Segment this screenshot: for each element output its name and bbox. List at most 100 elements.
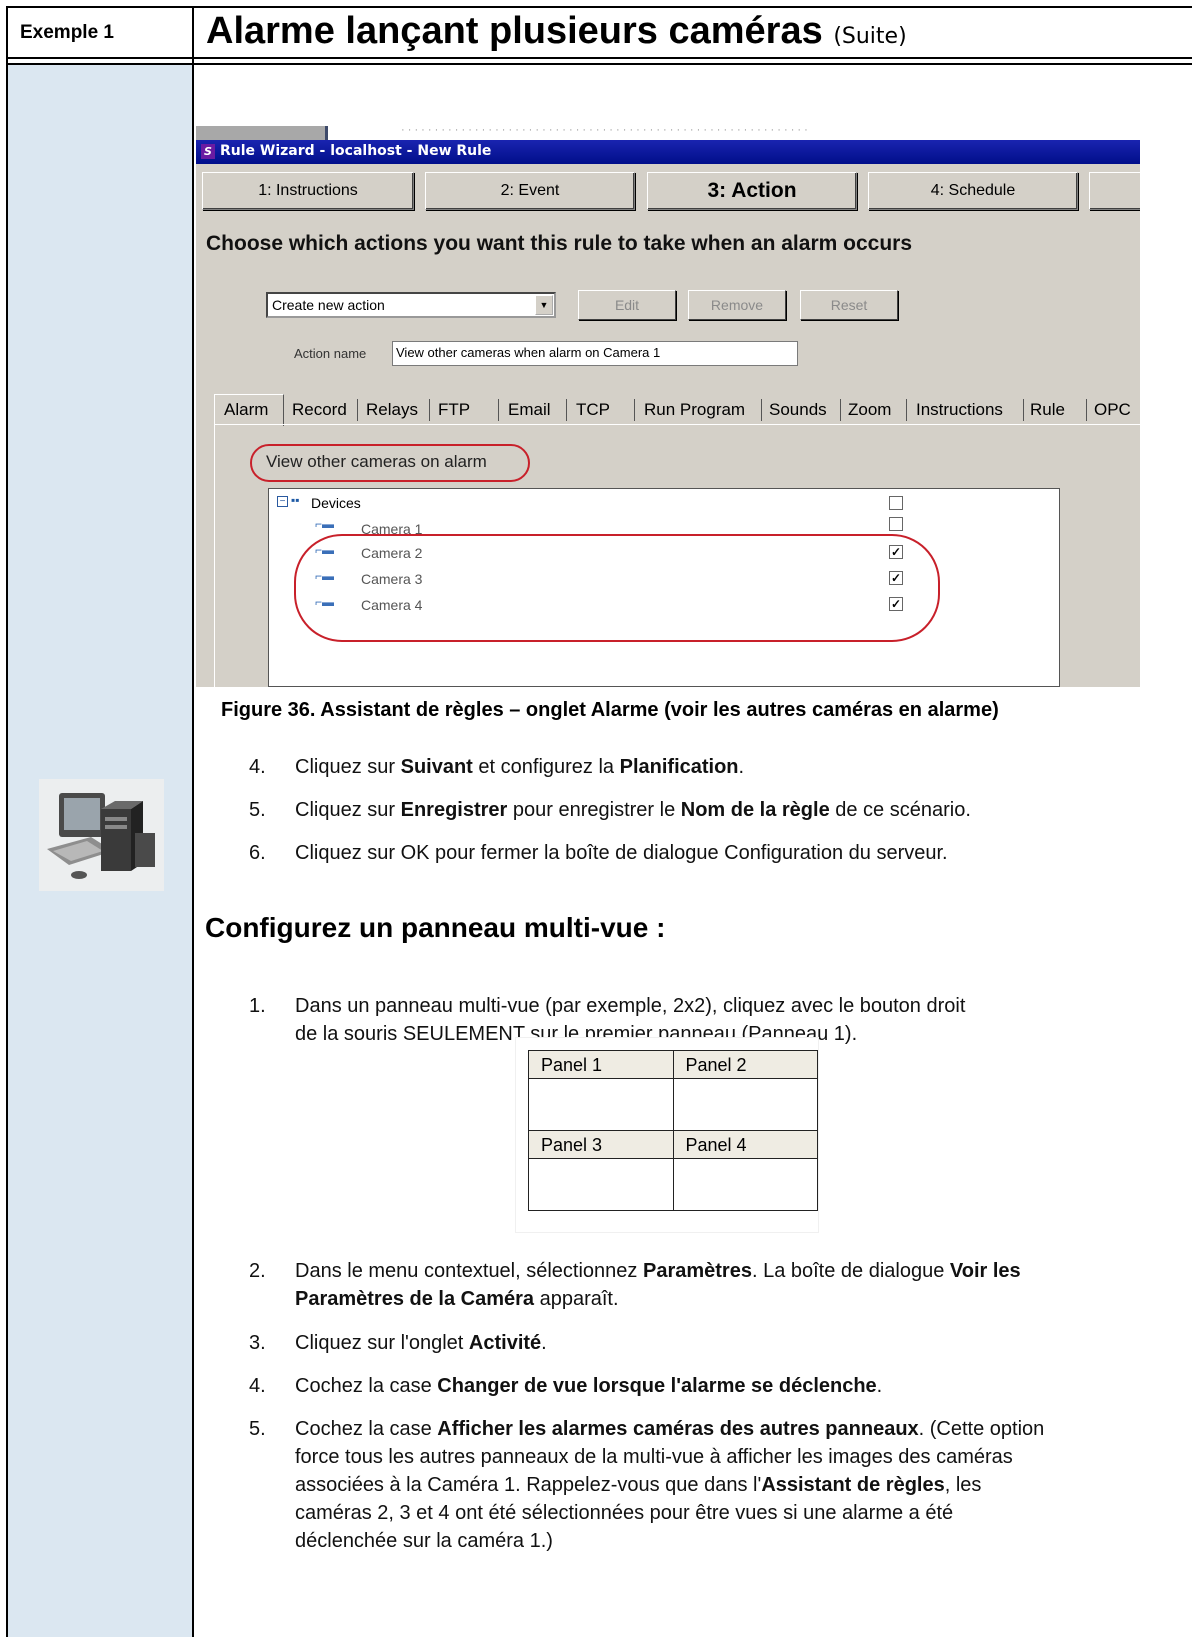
action-select-value: Create new action (272, 297, 385, 313)
text-run: caméras 2, 3 et 4 ont été sélectionnées … (295, 1502, 954, 1524)
background-window-strip: · · · · · · · · · · · · · · · · · · · · … (196, 126, 1140, 140)
step-text-line: Dans le menu contextuel, sélectionnez Pa… (295, 1257, 1021, 1285)
step-number: 2. (249, 1260, 266, 1282)
step-number: 3. (249, 1332, 266, 1354)
step-event-tab[interactable]: 2: Event (425, 172, 635, 210)
tab-record[interactable]: Record (292, 400, 347, 420)
devices-checkbox[interactable] (889, 496, 903, 510)
chevron-down-icon[interactable]: ▼ (535, 295, 553, 315)
tab-email[interactable]: Email (508, 400, 551, 420)
column-divider (192, 6, 194, 1637)
camera-1-checkbox[interactable] (889, 517, 903, 531)
panel-2-area (672, 1078, 818, 1131)
panel-table: Panel 1 Panel 2 Panel 3 Panel 4 (528, 1050, 818, 1211)
multiview-panel-grid: Panel 1 Panel 2 Panel 3 Panel 4 (516, 1038, 818, 1232)
network-icon: ▪▪ (291, 493, 300, 507)
bold-term: Afficher les alarmes caméras des autres … (437, 1418, 919, 1440)
rule-wizard-screenshot: · · · · · · · · · · · · · · · · · · · · … (196, 126, 1140, 687)
step-text: Cliquez sur OK pour fermer la boîte de d… (295, 839, 948, 867)
title-suffix: (Suite) (833, 24, 907, 49)
step-text-line: Cochez la case Changer de vue lorsque l'… (295, 1372, 882, 1400)
bold-term: Enregistrer (400, 799, 508, 821)
section-heading: Configurez un panneau multi-vue : (205, 912, 666, 943)
text-run: . (541, 1332, 547, 1354)
tab-zoom[interactable]: Zoom (848, 400, 891, 420)
text-run: Cochez la case (295, 1375, 438, 1397)
step-text-line: Dans un panneau multi-vue (par exemple, … (295, 995, 966, 1017)
step-text-line: Cochez la case Afficher les alarmes camé… (295, 1415, 1044, 1443)
reset-button[interactable]: Reset (800, 290, 898, 320)
collapse-icon[interactable]: − (277, 496, 288, 507)
text-run: , les (944, 1474, 982, 1496)
tab-relays[interactable]: Relays (366, 400, 418, 420)
tab-alarm[interactable]: Alarm (224, 400, 268, 420)
step-text: Cliquez sur Enregistrer pour enregistrer… (295, 796, 971, 824)
step-text-line: force tous les autres panneaux de la mul… (295, 1443, 1013, 1471)
step-action-tab[interactable]: 3: Action (647, 172, 857, 210)
step-number: 1. (249, 995, 266, 1017)
action-select[interactable]: Create new action ▼ (266, 292, 556, 318)
panel-2-label: Panel 2 (672, 1050, 818, 1079)
bold-term: Assistant de règles (761, 1474, 945, 1496)
text-run: force tous les autres panneaux de la mul… (295, 1446, 1013, 1468)
panel-1-area (528, 1078, 674, 1131)
highlight-oval-label (250, 444, 530, 482)
tab-ftp[interactable]: FTP (438, 400, 470, 420)
title-main: Alarme lançant plusieurs caméras (206, 10, 823, 52)
text-run: Dans le menu contextuel, sélectionnez (295, 1260, 643, 1282)
action-name-label: Action name (294, 346, 367, 361)
text-run: . (738, 756, 745, 778)
text-run: . La boîte de dialogue (751, 1260, 950, 1282)
bold-term: Planification (619, 756, 739, 778)
action-name-input[interactable]: View other cameras when alarm on Camera … (392, 341, 798, 366)
step-text-line: caméras 2, 3 et 4 ont été sélectionnées … (295, 1499, 953, 1527)
wizard-title: Rule Wizard - localhost - New Rule (220, 143, 492, 159)
text-run: Cliquez sur (295, 756, 401, 778)
highlight-oval-cameras (294, 534, 940, 642)
step-number: 6. (249, 842, 266, 864)
step-text-line: déclenchée sur la caméra 1.) (295, 1527, 553, 1555)
text-run: déclenchée sur la caméra 1.) (295, 1530, 553, 1552)
remove-button[interactable]: Remove (688, 290, 786, 320)
tab-sounds[interactable]: Sounds (769, 400, 827, 420)
text-run: Cliquez sur (295, 799, 401, 821)
step-text-line: associées à la Caméra 1. Rappelez-vous q… (295, 1471, 981, 1499)
bold-term: Voir les (949, 1260, 1021, 1282)
step-number: 5. (249, 1418, 266, 1440)
tab-instructions[interactable]: Instructions (916, 400, 1003, 420)
bold-term: Nom de la règle (680, 799, 830, 821)
edit-button[interactable]: Edit (578, 290, 676, 320)
step-text-line: Cliquez sur l'onglet Activité. (295, 1329, 547, 1357)
bold-term: Suivant (400, 756, 473, 778)
text-run: associées à la Caméra 1. Rappelez-vous q… (295, 1474, 762, 1496)
step-instructions-tab[interactable]: 1: Instructions (202, 172, 414, 210)
tab-rule[interactable]: Rule (1030, 400, 1065, 420)
step-next-tab[interactable] (1089, 172, 1140, 210)
tab-tcp[interactable]: TCP (576, 400, 610, 420)
bold-term: Changer de vue lorsque l'alarme se décle… (437, 1375, 877, 1397)
step-number: 4. (249, 756, 266, 778)
text-run: de ce scénario. (829, 799, 971, 821)
text-run: pour enregistrer le (507, 799, 681, 821)
step-number: 5. (249, 799, 266, 821)
tab-run-program[interactable]: Run Program (644, 400, 745, 420)
tab-opc[interactable]: OPC (1094, 400, 1131, 420)
bold-term: Paramètres de la Caméra (295, 1288, 535, 1310)
camera-icon: ⌐▬ (315, 517, 335, 531)
text-run: apparaît. (534, 1288, 619, 1310)
text-run: Cochez la case (295, 1418, 438, 1440)
step-schedule-tab[interactable]: 4: Schedule (868, 172, 1078, 210)
panel-3-label: Panel 3 (528, 1130, 674, 1159)
text-run: . (876, 1375, 883, 1397)
wizard-titlebar: S Rule Wizard - localhost - New Rule (196, 140, 1140, 164)
page-title: Alarme lançant plusieurs caméras (Suite) (206, 10, 907, 53)
app-logo-icon: S (201, 144, 215, 159)
panel-4-area (672, 1158, 818, 1211)
panel-1-label: Panel 1 (528, 1050, 674, 1079)
step-text-line: Paramètres de la Caméra apparaît. (295, 1285, 619, 1313)
panel-4-label: Panel 4 (672, 1130, 818, 1159)
bold-term: Activité (468, 1332, 542, 1354)
panel-3-area (528, 1158, 674, 1211)
wizard-question: Choose which actions you want this rule … (206, 232, 912, 255)
step-text: Cliquez sur Suivant et configurez la Pla… (295, 753, 744, 781)
